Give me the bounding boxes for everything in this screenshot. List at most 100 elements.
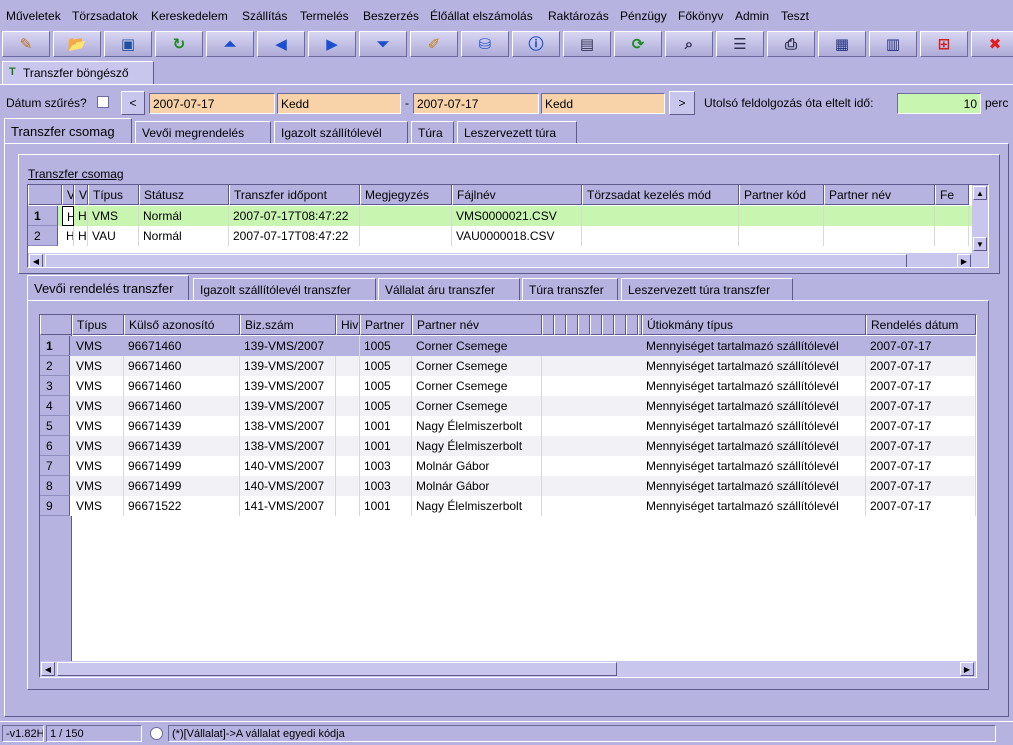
next-date-button[interactable]: > — [669, 91, 695, 115]
scroll-left-icon[interactable]: ◀ — [41, 662, 55, 676]
scroll-up-icon[interactable]: ▲ — [973, 186, 987, 200]
column-header[interactable]: Fájlnév — [452, 185, 582, 205]
menu-item[interactable]: Főkönyv — [678, 9, 723, 23]
table-row[interactable]: 2 H H VAU Normál 2007-07-17T08:47:22 VAU000001… — [28, 226, 972, 246]
table-row[interactable]: 1 VMS 96671460 139-VMS/2007 1005 Corner Cseme… — [40, 336, 976, 356]
table-row[interactable]: 6 VMS 96671439 138-VMS/2007 1001 Nagy Élelmis… — [40, 436, 976, 456]
tab-transzfer-csomag[interactable]: Transzfer csomag — [4, 118, 132, 143]
scroll-down-icon[interactable]: ▼ — [973, 237, 987, 251]
menu-item[interactable]: Törzsadatok — [72, 9, 138, 23]
date-filter-checkbox[interactable] — [97, 96, 109, 108]
column-header[interactable]: Partner név — [824, 185, 935, 205]
table-row[interactable]: 4 VMS 96671460 139-VMS/2007 1005 Corner Cseme… — [40, 396, 976, 416]
to-date-input[interactable]: 2007-07-17 — [413, 93, 539, 114]
table-row[interactable]: 2 VMS 96671460 139-VMS/2007 1005 Corner Cseme… — [40, 356, 976, 376]
note-button[interactable]: ✐ — [410, 31, 458, 57]
column-header[interactable]: Fe — [935, 185, 969, 205]
column-header[interactable]: Külső azonosító — [124, 315, 240, 335]
narrow-column-header[interactable] — [578, 315, 590, 335]
narrow-column-header[interactable] — [590, 315, 602, 335]
subtab-vev-i-rendel-s-transzfer[interactable]: Vevői rendelés transzfer — [27, 275, 189, 300]
print-button[interactable]: ⎙ — [767, 31, 815, 57]
reload-button[interactable]: ⟳ — [614, 31, 662, 57]
grid-import-button[interactable]: ▥ — [869, 31, 917, 57]
to-day-field: Kedd — [541, 93, 665, 114]
column-header[interactable]: Típus — [72, 315, 124, 335]
refresh-arrow-button[interactable]: ↻ — [155, 31, 203, 57]
scroll-right-icon[interactable]: ▶ — [960, 662, 974, 676]
table-row[interactable]: 9 VMS 96671522 141-VMS/2007 1001 Nagy Élelmis… — [40, 496, 976, 516]
menu-item[interactable]: Kereskedelem — [151, 9, 228, 23]
column-header[interactable]: Partner — [360, 315, 412, 335]
column-header[interactable]: Rendelés dátum — [866, 315, 976, 335]
subtab-igazolt-sz-ll-t-lev-l-transzfer[interactable]: Igazolt szállítólevél transzfer — [193, 278, 376, 300]
table-row[interactable]: 1HHVMSNormál2007-07-17T08:47:22VMS000002… — [28, 206, 972, 226]
table-row[interactable]: 3 VMS 96671460 139-VMS/2007 1005 Corner Cseme… — [40, 376, 976, 396]
column-header[interactable]: Biz.szám — [240, 315, 336, 335]
subtab-t-ra-transzfer[interactable]: Túra transzfer — [522, 278, 618, 300]
status-radio-icon[interactable] — [150, 727, 163, 740]
edit-button[interactable]: ✎ — [2, 31, 50, 57]
search-button[interactable]: ⌕ — [665, 31, 713, 57]
table-row[interactable]: 5 VMS 96671439 138-VMS/2007 1001 Nagy Élelmis… — [40, 416, 976, 436]
tab-igazolt-sz-ll-t-lev-l[interactable]: Igazolt szállítólevél — [274, 121, 408, 143]
menu-item[interactable]: Pénzügy — [620, 9, 667, 23]
tab-t-ra[interactable]: Túra — [411, 121, 454, 143]
column-header[interactable]: Partner kód — [739, 185, 824, 205]
subtab-v-llalat-ru-transzfer[interactable]: Vállalat áru transzfer — [378, 278, 520, 300]
scroll-thumb[interactable] — [45, 254, 907, 267]
window-button[interactable]: ▤ — [563, 31, 611, 57]
tab-vev-i-megrendel-s[interactable]: Vevői megrendelés — [135, 121, 271, 143]
narrow-column-header[interactable] — [626, 315, 638, 335]
menu-item[interactable]: Beszerzés — [363, 9, 419, 23]
column-header[interactable]: Hiv — [336, 315, 360, 335]
database-button[interactable]: ⛁ — [461, 31, 509, 57]
first-record-button[interactable]: ⏶ — [206, 31, 254, 57]
column-header[interactable]: Va — [62, 185, 74, 205]
column-header[interactable]: Transzfer időpont — [229, 185, 360, 205]
column-header[interactable]: V — [74, 185, 88, 205]
row-number: 9 — [40, 496, 70, 516]
narrow-column-header[interactable] — [542, 315, 554, 335]
column-header[interactable]: Típus — [88, 185, 139, 205]
menu-item[interactable]: Termelés — [300, 9, 349, 23]
table-row[interactable]: 7 VMS 96671499 140-VMS/2007 1003 Molnár Gábor… — [40, 456, 976, 476]
next-button[interactable]: ▶ — [308, 31, 356, 57]
save-button[interactable]: ▣ — [104, 31, 152, 57]
column-header[interactable]: Megjegyzés — [360, 185, 452, 205]
subtab-leszervezett-t-ra-transzfer[interactable]: Leszervezett túra transzfer — [621, 278, 793, 300]
cell-document-number: 141-VMS/2007 — [240, 496, 336, 516]
narrow-column-header[interactable] — [614, 315, 626, 335]
column-header[interactable]: Útiokmány típus — [642, 315, 866, 335]
narrow-column-header[interactable] — [566, 315, 578, 335]
column-header[interactable]: Státusz — [139, 185, 229, 205]
tab-leszervezett-t-ra[interactable]: Leszervezett túra — [457, 121, 577, 143]
menu-item[interactable]: Raktározás — [548, 9, 609, 23]
columns-button[interactable]: ☰ — [716, 31, 764, 57]
table-row[interactable]: 8 VMS 96671499 140-VMS/2007 1003 Molnár Gábor… — [40, 476, 976, 496]
info-button[interactable]: ⓘ — [512, 31, 560, 57]
prev-date-button[interactable]: < — [121, 91, 145, 115]
menu-item[interactable]: Élőállat elszámolás — [430, 9, 533, 23]
last-record-button[interactable]: ⏷ — [359, 31, 407, 57]
menu-item[interactable]: Szállítás — [242, 9, 287, 23]
scroll-left-icon[interactable]: ◀ — [29, 254, 43, 267]
menu-item[interactable]: Teszt — [781, 9, 809, 23]
previous-button[interactable]: ◀ — [257, 31, 305, 57]
scroll-right-icon[interactable]: ▶ — [957, 254, 971, 267]
grid-export-button[interactable]: ▦ — [818, 31, 866, 57]
column-header[interactable]: Törzsadat kezelés mód — [582, 185, 739, 205]
column-header[interactable]: Partner név — [412, 315, 542, 335]
window-tab[interactable]: T Transzfer böngésző — [2, 61, 154, 84]
from-date-input[interactable]: 2007-07-17 — [149, 93, 275, 114]
close-button[interactable]: ✖ — [971, 31, 1013, 57]
scroll-thumb[interactable] — [57, 662, 617, 676]
narrow-column-header[interactable] — [554, 315, 566, 335]
menu-item[interactable]: Admin — [735, 9, 769, 23]
settings-button[interactable]: ⊞ — [920, 31, 968, 57]
narrow-column-header[interactable] — [602, 315, 614, 335]
menu-item[interactable]: Műveletek — [6, 9, 61, 23]
open-folder-button[interactable]: 📂 — [53, 31, 101, 57]
narrow-column-header[interactable] — [638, 315, 642, 335]
elapsed-time-unit: perc — [985, 96, 1009, 110]
